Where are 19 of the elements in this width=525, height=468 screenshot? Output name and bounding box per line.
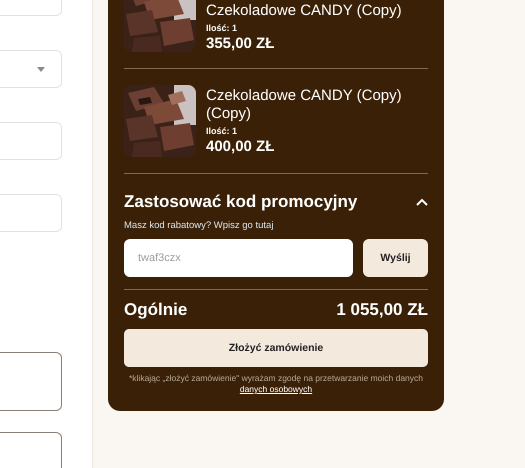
product-price: 400,00 ZŁ xyxy=(206,138,276,155)
chevron-up-icon[interactable] xyxy=(416,198,428,206)
product-title: Czekoladowe CANDY (Copy) xyxy=(206,2,402,20)
input-field[interactable] xyxy=(0,352,62,411)
total-label: Ogólnie xyxy=(124,300,188,320)
caret-icon xyxy=(37,66,45,72)
send-button[interactable]: Wyślij xyxy=(363,239,428,277)
dropdown-field[interactable] xyxy=(0,50,62,88)
place-order-button[interactable]: Złożyć zamówienie xyxy=(124,329,428,367)
promo-heading: Zastosować kod promocyjny xyxy=(124,192,358,212)
total-value: 1 055,00 ZŁ xyxy=(336,300,428,320)
promo-code-field[interactable]: twaf3czx xyxy=(124,239,353,277)
quantity-label: Ilość: 1 xyxy=(206,23,238,33)
product-price: 355,00 ZŁ xyxy=(206,35,276,52)
promo-hint: Masz kod rabatowy? Wpisz go tutaj xyxy=(124,220,274,231)
consent-note: *klikając „złożyć zamówienie" wyrażam zgodę na przetwarzanie moich danych danych osobowych xyxy=(128,373,424,395)
personal-data-link[interactable]: danych osobowych xyxy=(240,384,312,394)
quantity-label: Ilość: 1 xyxy=(206,126,238,136)
product-title: Czekoladowe CANDY (Copy) (Copy) xyxy=(206,87,403,123)
